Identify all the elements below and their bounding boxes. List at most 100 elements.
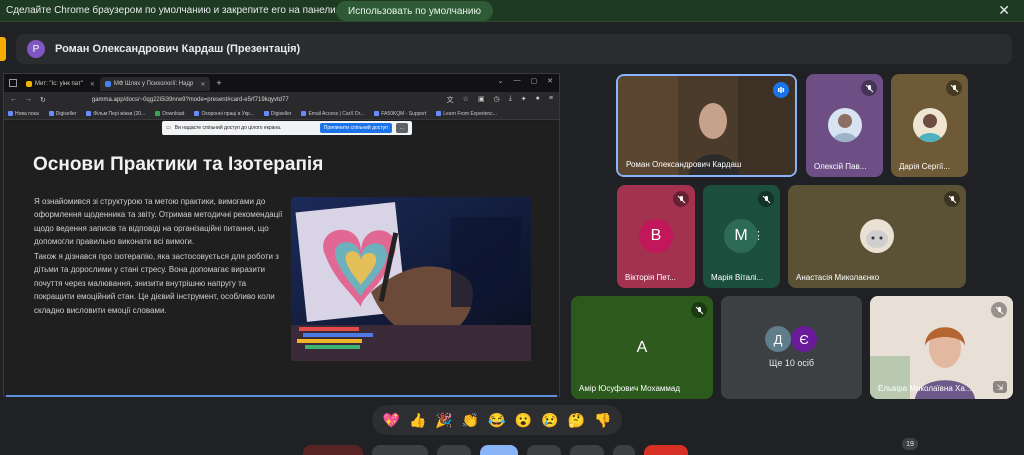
share-more-button[interactable]: ... [395, 123, 408, 133]
participant-tile[interactable]: Анастасія Миколаєнко [788, 185, 966, 288]
avatar [913, 108, 947, 142]
mic-off-icon [946, 80, 962, 96]
banner-message: Сделайте Chrome браузером по умолчанию и… [6, 5, 368, 16]
leave-call-button[interactable] [644, 445, 688, 455]
reaction-thinking-icon[interactable]: 🤔 [568, 412, 585, 429]
bookmark-item[interactable]: Digiseller [48, 111, 76, 117]
share-screen-icon: ▭ [166, 125, 171, 131]
extension-icon[interactable]: ▣ [478, 95, 485, 105]
avatar [828, 108, 862, 142]
close-tab-icon[interactable]: ✕ [90, 81, 95, 88]
reaction-heart-icon[interactable]: 💖 [383, 412, 400, 429]
mic-off-icon [944, 191, 960, 207]
browser-tab[interactable]: Мит: "Іс: уінк пат" ✕ [21, 77, 100, 91]
participant-tile[interactable]: Ельвіра Миколаївна Ха... ⇲ [870, 296, 1013, 399]
reload-icon[interactable]: ↻ [40, 96, 46, 104]
reaction-clap-icon[interactable]: 👏 [462, 412, 479, 429]
mic-off-icon [758, 191, 774, 207]
bookmark-item[interactable]: Digiseller [263, 111, 291, 117]
history-icon[interactable]: ◷ [494, 95, 500, 105]
translate-icon[interactable]: 文 [447, 95, 454, 105]
pin-icon[interactable]: ⇲ [993, 381, 1007, 393]
bookmark-item[interactable]: Download [155, 111, 184, 117]
camera-button[interactable] [372, 445, 428, 455]
bookmark-star-icon[interactable]: ☆ [463, 95, 469, 105]
present-button[interactable] [527, 445, 561, 455]
mic-off-icon [861, 80, 877, 96]
bookmark-item[interactable]: Нова пока [8, 111, 39, 117]
bookmark-item[interactable]: Охоронні праці в Укр... [194, 111, 254, 117]
window-controls: ⌄ — ▢ ✕ [498, 77, 553, 85]
shared-screen[interactable]: Мит: "Іс: уінк пат" ✕ МФ Шлях у Психолог… [3, 73, 560, 397]
close-window-icon[interactable]: ✕ [547, 77, 553, 85]
reaction-party-icon[interactable]: 🎉 [435, 412, 452, 429]
set-default-button[interactable]: Использовать по умолчанию [336, 1, 493, 21]
meeting-controls [0, 441, 1024, 455]
reactions-bar: 💖 👍 🎉 👏 😂 😮 😢 🤔 👎 [372, 405, 622, 435]
slide-progress-bar [6, 395, 557, 397]
address-bar: ← → ↻ gamma.app/docs/~0qg22i5i39nrw9?mod… [4, 92, 559, 108]
reaction-laugh-icon[interactable]: 😂 [488, 412, 505, 429]
presentation-bar: P Роман Олександрович Кардаш (Презентаці… [0, 34, 1012, 64]
bookmarks-bar: Нова пока Digiseller Фільм Пері жінки (2… [4, 108, 559, 120]
people-count-badge: 19 [902, 438, 918, 450]
participant-name: Роман Олександрович Кардаш [626, 160, 742, 169]
profile-icon[interactable]: ● [536, 95, 540, 105]
reactions-button[interactable] [480, 445, 518, 455]
close-tab-icon[interactable]: ✕ [200, 81, 205, 88]
browser-tab-bar: Мит: "Іс: уінк пат" ✕ МФ Шлях у Психолог… [4, 74, 559, 92]
bookmark-item[interactable]: Learn From Experienc... [436, 111, 497, 117]
participant-name: Амір Юсуфович Мохаммад [579, 384, 681, 393]
participant-tile-speaking[interactable]: Роман Олександрович Кардаш [616, 74, 797, 177]
share-notice-text: Ви надаєте спільний доступ до цілого екр… [174, 125, 282, 131]
participant-tile[interactable]: М ⋮ Марія Віталі... [703, 185, 780, 288]
extensions-bar: 文 ☆ ▣ ◷ ⤓ ✦ ● ≡ [447, 95, 553, 105]
close-icon[interactable]: ✕ [998, 3, 1010, 17]
stop-sharing-button[interactable]: Припинити спільний доступ [319, 123, 392, 133]
reaction-thumbs-up-icon[interactable]: 👍 [409, 412, 426, 429]
browser-tab-active[interactable]: МФ Шлях у Психології: Надр ✕ [99, 77, 211, 91]
gamma-favicon-icon [104, 81, 111, 87]
url-field[interactable]: gamma.app/docs/~0qg22i5i39nrw9?mode=pres… [92, 97, 289, 103]
raise-hand-button[interactable] [570, 445, 604, 455]
presenting-indicator [0, 37, 6, 61]
reaction-sad-icon[interactable]: 😢 [541, 412, 558, 429]
participant-tile[interactable]: Олексій Пав... [806, 74, 883, 177]
bookmark-item[interactable]: Email Access | CarX Dr... [301, 111, 364, 117]
forward-icon[interactable]: → [25, 96, 32, 104]
download-icon[interactable]: ⤓ [509, 95, 512, 105]
maximize-icon[interactable]: ▢ [531, 77, 538, 85]
avatar: Д [765, 326, 791, 352]
new-tab-icon[interactable]: + [216, 78, 221, 88]
more-participants-tile[interactable]: Д Є Ще 10 осіб [721, 296, 862, 399]
participant-name: Вікторія Пет... [625, 273, 676, 282]
speaking-indicator-icon [773, 82, 789, 98]
avatar: А [624, 330, 660, 366]
bookmark-item[interactable]: Фільм Пері жінки (20... [86, 111, 145, 117]
browser-menu-icon[interactable] [9, 79, 17, 87]
presentation-slide [4, 121, 559, 396]
captions-button[interactable] [437, 445, 471, 455]
mic-button[interactable] [303, 445, 363, 455]
minimize-icon[interactable]: — [514, 77, 521, 85]
participant-tile[interactable]: Дарія Сергії... [891, 74, 968, 177]
avatar: В [639, 219, 673, 253]
menu-icon[interactable]: ≡ [549, 95, 553, 105]
more-options-icon[interactable]: ⋮ [753, 229, 764, 242]
extensions-puzzle-icon[interactable]: ✦ [521, 95, 527, 105]
participant-tile[interactable]: В Вікторія Пет... [617, 185, 695, 288]
reaction-thumbs-down-icon[interactable]: 👎 [594, 412, 611, 429]
reaction-surprised-icon[interactable]: 😮 [515, 412, 532, 429]
back-icon[interactable]: ← [10, 96, 17, 104]
participant-name: Марія Віталі... [711, 273, 764, 282]
default-browser-banner: Сделайте Chrome браузером по умолчанию и… [0, 0, 1024, 22]
participant-tile[interactable]: А Амір Юсуфович Мохаммад [571, 296, 713, 399]
more-options-button[interactable] [613, 445, 635, 455]
avatar [860, 219, 894, 253]
bookmark-item[interactable]: FA50KQM - Support [374, 111, 426, 117]
avatar: P [27, 40, 45, 58]
chevron-down-icon[interactable]: ⌄ [498, 77, 504, 85]
mic-off-icon [991, 302, 1007, 318]
more-participants-label: Ще 10 осіб [768, 358, 815, 368]
tab-label: МФ Шлях у Психології: Надр [113, 81, 194, 87]
